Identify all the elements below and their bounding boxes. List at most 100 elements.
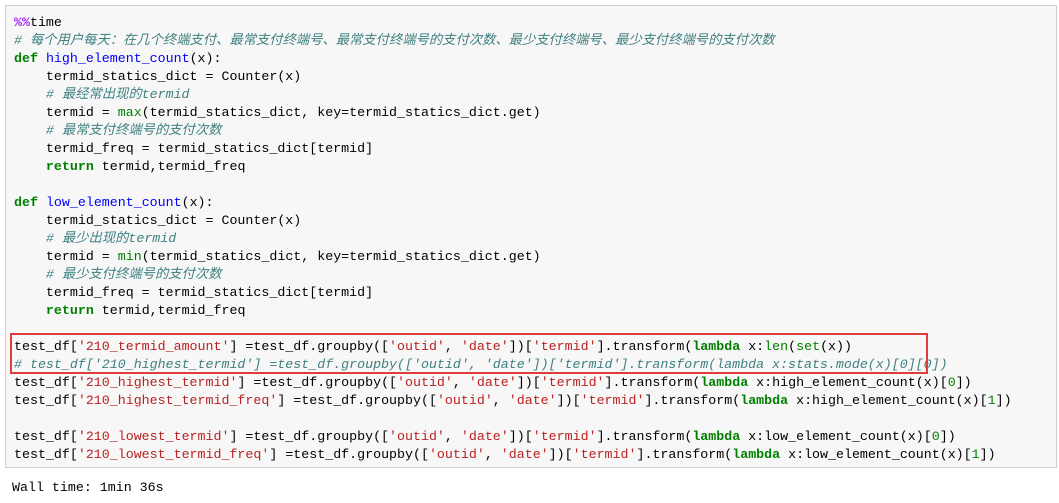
code-line[interactable]: # 最少出现的termid	[14, 230, 1012, 248]
code-token: test_df[	[14, 447, 78, 462]
cell-output: Wall time: 1min 36s	[12, 480, 164, 495]
code-token: termid,termid_freq	[93, 159, 246, 174]
code-token: min	[117, 249, 142, 264]
code-token: lambda	[740, 393, 789, 408]
code-cell[interactable]: %%time # 每个用户每天：在几个终端支付、最常支付终端号、最常支付终端号的支…	[5, 5, 1057, 468]
code-token: ] =test_df.groupby([	[277, 393, 437, 408]
code-token: termid =	[14, 249, 118, 264]
code-line[interactable]: return termid,termid_freq	[14, 158, 1012, 176]
code-token: # 最常支付终端号的支付次数	[45, 123, 222, 138]
code-token: ,	[492, 393, 509, 408]
code-token: ,	[484, 447, 501, 462]
code-editor[interactable]: %%time # 每个用户每天：在几个终端支付、最常支付终端号、最常支付终端号的支…	[14, 14, 1012, 464]
code-token: ].transform(	[596, 429, 693, 444]
code-token: termid,termid_freq	[93, 303, 246, 318]
code-token: ])	[995, 393, 1012, 408]
code-line[interactable]: test_df['210_lowest_termid_freq'] =test_…	[14, 446, 1012, 464]
code-line[interactable]: test_df['210_highest_termid_freq'] =test…	[14, 392, 1012, 410]
code-token: ].transform(	[604, 375, 701, 390]
code-token: time	[29, 15, 62, 30]
code-token: termid_statics_dict = Counter(x)	[14, 213, 302, 228]
code-token: low_element_count	[45, 195, 182, 210]
code-token: 'outid'	[436, 393, 493, 408]
code-line[interactable]: # 最经常出现的termid	[14, 86, 1012, 104]
code-token: 1	[987, 393, 996, 408]
code-token: 'outid'	[428, 447, 485, 462]
code-token: 'termid'	[572, 447, 637, 462]
code-line[interactable]: termid_freq = termid_statics_dict[termid…	[14, 284, 1012, 302]
code-token: (x):	[181, 195, 214, 210]
code-line[interactable]	[14, 176, 1012, 194]
code-token: 'termid'	[580, 393, 645, 408]
code-token: 'date'	[460, 429, 509, 444]
code-token: ])[	[508, 429, 533, 444]
code-token: ])	[939, 429, 956, 444]
code-token: 'termid'	[540, 375, 605, 390]
code-line[interactable]: termid_freq = termid_statics_dict[termid…	[14, 140, 1012, 158]
code-line[interactable]: termid_statics_dict = Counter(x)	[14, 212, 1012, 230]
code-token: ] =test_df.groupby([	[237, 375, 398, 390]
code-token: '210_lowest_termid_freq'	[77, 447, 270, 462]
code-token: ])[	[548, 447, 573, 462]
code-token: ])	[955, 375, 972, 390]
code-token: # 最少出现的termid	[45, 231, 177, 246]
code-token: high_element_count	[45, 51, 190, 66]
code-token: 'outid'	[397, 375, 453, 390]
code-token: lambda	[700, 375, 749, 390]
code-line[interactable]: test_df['210_highest_termid'] =test_df.g…	[14, 374, 1012, 392]
code-line[interactable]: # 最少支付终端号的支付次数	[14, 266, 1012, 284]
code-token: return	[45, 159, 94, 174]
code-token: ])[	[516, 375, 541, 390]
code-token: ,	[444, 429, 461, 444]
code-token: max	[117, 105, 142, 120]
code-line[interactable]: # 最常支付终端号的支付次数	[14, 122, 1012, 140]
highlight-box	[10, 333, 928, 374]
code-token: lambda	[732, 447, 781, 462]
code-token: return	[45, 303, 94, 318]
code-token: '210_highest_termid'	[77, 375, 238, 390]
code-token: x:low_element_count(x)[	[780, 447, 972, 462]
code-token: ] =test_df.groupby([	[269, 447, 429, 462]
code-token: ].transform(	[644, 393, 741, 408]
code-token: (termid_statics_dict, key=termid_statics…	[141, 105, 541, 120]
code-token: test_df[	[14, 429, 78, 444]
code-line[interactable]: %%time	[14, 14, 1012, 32]
code-token: # 最少支付终端号的支付次数	[45, 267, 222, 282]
code-token: 'outid'	[389, 429, 445, 444]
code-token: 'date'	[500, 447, 549, 462]
code-token: test_df[	[14, 393, 78, 408]
code-token: x:high_element_count(x)[	[748, 375, 948, 390]
code-token: (x):	[189, 51, 222, 66]
code-token: ])[	[556, 393, 581, 408]
code-token: test_df[	[14, 375, 78, 390]
code-line[interactable]: termid_statics_dict = Counter(x)	[14, 68, 1012, 86]
code-token: 'termid'	[532, 429, 597, 444]
code-token: termid_freq = termid_statics_dict[termid…	[14, 141, 374, 156]
code-token: ] =test_df.groupby([	[229, 429, 390, 444]
code-token: '210_highest_termid_freq'	[77, 393, 278, 408]
code-line[interactable]	[14, 410, 1012, 428]
code-token: 'date'	[508, 393, 557, 408]
code-line[interactable]: test_df['210_lowest_termid'] =test_df.gr…	[14, 428, 1012, 446]
code-line[interactable]: # 每个用户每天：在几个终端支付、最常支付终端号、最常支付终端号的支付次数、最少…	[14, 32, 1012, 50]
code-line[interactable]: def high_element_count(x):	[14, 50, 1012, 68]
code-token: 1	[971, 447, 980, 462]
code-token: 0	[947, 375, 956, 390]
code-token: def	[14, 51, 38, 66]
code-token: x:low_element_count(x)[	[740, 429, 932, 444]
code-line[interactable]: return termid,termid_freq	[14, 302, 1012, 320]
code-line[interactable]: def low_element_count(x):	[14, 194, 1012, 212]
code-line[interactable]: termid = max(termid_statics_dict, key=te…	[14, 104, 1012, 122]
code-token: termid_freq = termid_statics_dict[termid…	[14, 285, 374, 300]
code-token: ].transform(	[636, 447, 733, 462]
code-token: 'date'	[468, 375, 517, 390]
code-line[interactable]: termid = min(termid_statics_dict, key=te…	[14, 248, 1012, 266]
code-token: termid =	[14, 105, 118, 120]
code-token: '210_lowest_termid'	[77, 429, 230, 444]
